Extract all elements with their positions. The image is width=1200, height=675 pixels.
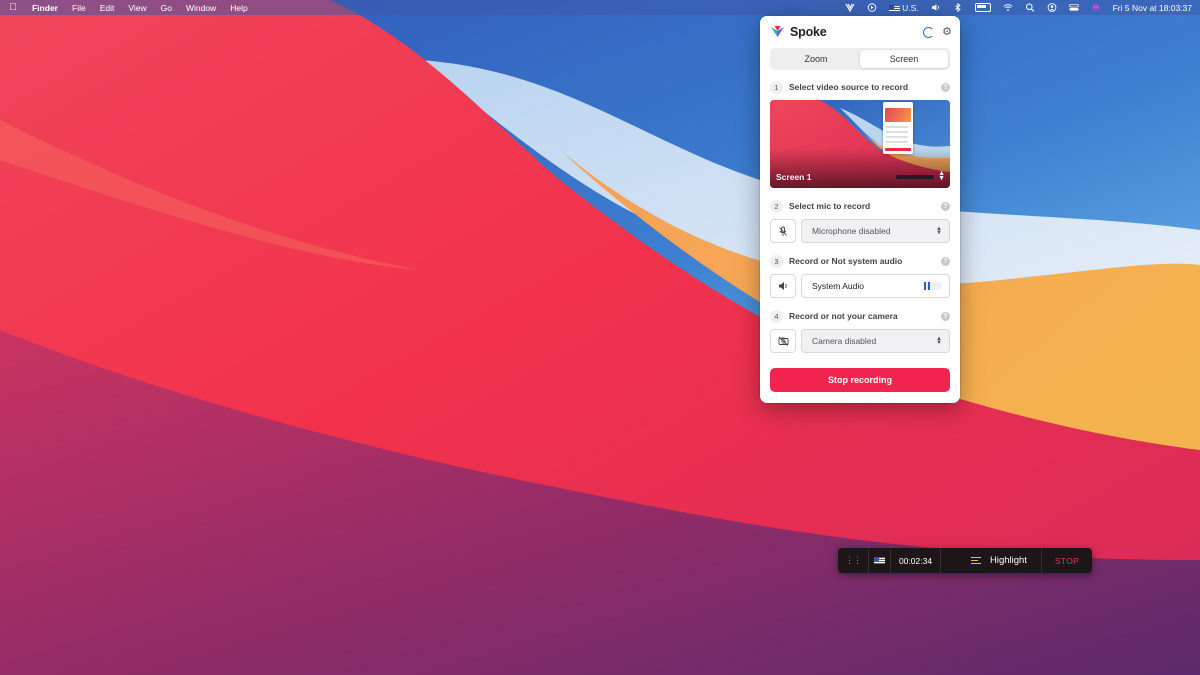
menu-file[interactable]: File: [72, 3, 86, 13]
chevron-updown-icon[interactable]: ▲ ▼: [938, 170, 945, 183]
step-number: 3: [770, 254, 783, 268]
preview-window-line: [886, 136, 908, 138]
spoke-icon[interactable]: [845, 3, 855, 12]
chevron-updown-icon: ▲ ▼: [936, 225, 942, 237]
step-2-header: 2 Select mic to record ?: [770, 199, 950, 213]
step-number: 4: [770, 309, 783, 323]
flag-icon: [889, 4, 901, 12]
screen-source-preview[interactable]: Screen 1 ▲ ▼: [770, 100, 950, 188]
menu-clock[interactable]: Fri 5 Nov at 18:03:37: [1113, 3, 1192, 13]
loading-spinner-icon: [923, 26, 935, 38]
menu-window[interactable]: Window: [186, 3, 216, 13]
camera-select-value: Camera disabled: [812, 336, 877, 346]
recording-timer: 00:02:34: [891, 548, 941, 573]
tab-screen[interactable]: Screen: [860, 50, 948, 68]
camera-controls: Camera disabled ▲ ▼: [770, 329, 950, 353]
tab-zoom[interactable]: Zoom: [772, 50, 860, 68]
gear-icon[interactable]: ⚙: [942, 26, 952, 38]
menu-help[interactable]: Help: [230, 3, 247, 13]
step-label: Record or not your camera: [789, 311, 898, 321]
menu-bar-left:  Finder File Edit View Go Window Help: [8, 2, 247, 13]
preview-window-line: [886, 126, 908, 128]
help-icon[interactable]: ?: [941, 201, 950, 211]
step-3-header: 3 Record or Not system audio ?: [770, 254, 950, 268]
volume-icon[interactable]: [931, 3, 941, 12]
step-label: Select mic to record: [789, 201, 871, 211]
mic-toggle-button[interactable]: [770, 219, 796, 243]
screen-label: Screen 1: [776, 172, 812, 182]
system-audio-toggle[interactable]: [924, 282, 942, 290]
header-actions: ⚙: [923, 26, 952, 38]
menu-view[interactable]: View: [128, 3, 146, 13]
system-audio-label: System Audio: [812, 281, 864, 291]
chevron-updown-icon: ▲ ▼: [936, 335, 942, 347]
preview-window-button: [885, 148, 911, 151]
mic-select-value: Microphone disabled: [812, 226, 891, 236]
preview-app-window: [883, 102, 913, 154]
help-icon[interactable]: ?: [941, 82, 950, 92]
camera-select[interactable]: Camera disabled ▲ ▼: [801, 329, 950, 353]
preview-window-thumbnail: [885, 108, 911, 122]
stop-recording-button[interactable]: Stop recording: [770, 368, 950, 392]
battery-icon[interactable]: [974, 3, 991, 12]
preview-window-line: [886, 141, 908, 143]
spoke-logo-icon: [771, 26, 784, 37]
menu-bar:  Finder File Edit View Go Window Help U…: [0, 0, 1200, 15]
preview-window-line: [886, 131, 908, 133]
step-label: Select video source to record: [789, 82, 909, 92]
system-audio-toggle-row[interactable]: System Audio: [801, 274, 950, 298]
camera-off-icon: [778, 336, 788, 346]
us-flag-icon: [874, 557, 885, 564]
drag-handle-icon[interactable]: ⋮⋮: [838, 548, 869, 573]
highlight-label: Highlight: [990, 555, 1027, 566]
step-1-header: 1 Select video source to record ?: [770, 80, 950, 94]
step-number: 1: [770, 80, 783, 94]
user-icon[interactable]: [1047, 3, 1057, 12]
menu-go[interactable]: Go: [161, 3, 172, 13]
input-source[interactable]: U.S.: [889, 3, 919, 13]
control-center-icon[interactable]: [1068, 3, 1079, 12]
mic-select[interactable]: Microphone disabled ▲ ▼: [801, 219, 950, 243]
menu-app-name[interactable]: Finder: [32, 3, 58, 13]
menu-bar-status: U.S. Fri 5 Nov at 18:03:37: [845, 3, 1192, 13]
stop-button[interactable]: STOP: [1042, 548, 1092, 573]
bluetooth-icon[interactable]: [953, 3, 963, 12]
spoke-panel: Spoke ⚙ Zoom Screen 1 Select video sourc…: [760, 16, 960, 403]
search-icon[interactable]: [1025, 3, 1035, 12]
mic-controls: Microphone disabled ▲ ▼: [770, 219, 950, 243]
panel-header: Spoke ⚙: [770, 24, 952, 40]
mic-off-icon: [779, 226, 787, 236]
recording-toolbar: ⋮⋮ 00:02:34 Highlight STOP: [838, 548, 1092, 573]
wifi-icon[interactable]: [1003, 3, 1013, 12]
brand-name: Spoke: [790, 25, 827, 39]
speaker-button[interactable]: [770, 274, 796, 298]
input-source-label: U.S.: [902, 2, 919, 13]
highlight-button[interactable]: Highlight: [941, 548, 1042, 573]
source-tabs: Zoom Screen: [770, 48, 950, 70]
system-audio-controls: System Audio: [770, 274, 950, 298]
apple-menu-icon[interactable]: : [8, 2, 18, 13]
camera-toggle-button[interactable]: [770, 329, 796, 353]
highlight-icon: [971, 556, 982, 565]
help-icon[interactable]: ?: [941, 256, 950, 266]
play-icon[interactable]: [867, 3, 877, 12]
siri-icon[interactable]: [1091, 3, 1101, 12]
speaker-icon: [778, 282, 787, 290]
desktop-wallpaper: [0, 0, 1200, 675]
help-icon[interactable]: ?: [941, 311, 950, 321]
step-4-header: 4 Record or not your camera ?: [770, 309, 950, 323]
wallpaper-waves: [0, 0, 1200, 675]
language-button[interactable]: [869, 548, 891, 573]
step-label: Record or Not system audio: [789, 256, 903, 266]
menu-edit[interactable]: Edit: [100, 3, 115, 13]
step-number: 2: [770, 199, 783, 213]
preview-recbar: [896, 175, 934, 179]
